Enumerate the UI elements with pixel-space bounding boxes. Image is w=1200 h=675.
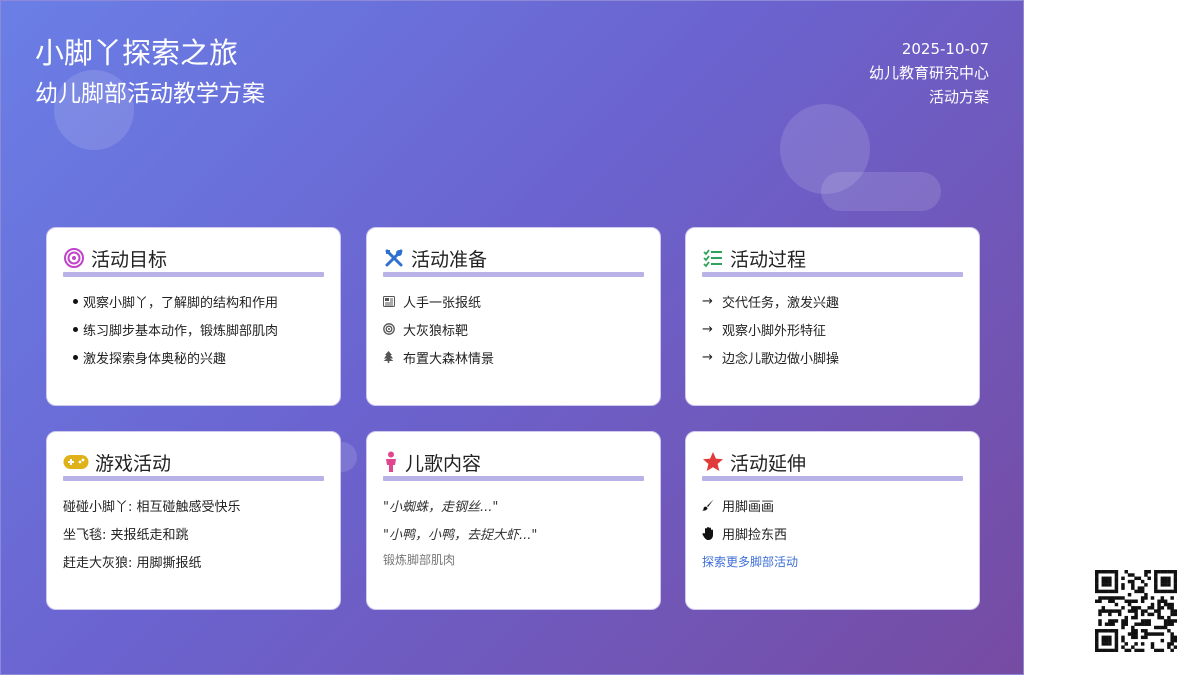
card-prep: 活动准备 人手一张报纸 大灰狼标靶 布置大森林情景 bbox=[366, 227, 661, 406]
card-divider bbox=[63, 476, 324, 481]
list-item: 坐飞毯: 夹报纸走和跳 bbox=[63, 527, 189, 543]
list-item: 大灰狼标靶 bbox=[383, 315, 644, 343]
card-process: 活动过程 → 交代任务，激发兴趣 → 观察小脚外形特征 → 边念儿歌边做小脚操 bbox=[685, 227, 980, 406]
list-item: 用脚画画 bbox=[702, 491, 963, 519]
list-item: 布置大森林情景 bbox=[383, 343, 644, 371]
page-subtitle: 幼儿脚部活动教学方案 bbox=[35, 81, 265, 107]
list-item: 赶走大灰狼: 用脚撕报纸 bbox=[63, 555, 202, 571]
list-item: 练习脚步基本动作，锻炼脚部肌肉 bbox=[63, 315, 324, 343]
tree-icon bbox=[383, 351, 403, 363]
list-item: 激发探索身体奥秘的兴趣 bbox=[63, 343, 324, 371]
newspaper-icon bbox=[383, 295, 403, 307]
date-label: 2025-10-07 bbox=[901, 40, 989, 58]
page-title: 小脚丫探索之旅 bbox=[35, 36, 239, 70]
gamepad-icon bbox=[63, 451, 89, 473]
card-title: 儿歌内容 bbox=[405, 452, 482, 475]
card-extend: 活动延伸 用脚画画 用脚捡东西 探索更多脚部活动 bbox=[685, 431, 980, 610]
card-divider bbox=[702, 272, 963, 277]
hand-icon bbox=[702, 526, 722, 540]
org-label: 幼儿教育研究中心 bbox=[868, 64, 989, 82]
card-divider bbox=[63, 272, 324, 277]
card-games: 游戏活动 碰碰小脚丫: 相互碰触感受快乐 坐飞毯: 夹报纸走和跳 赶走大灰狼: … bbox=[46, 431, 341, 610]
slide-canvas: 小脚丫探索之旅 幼儿脚部活动教学方案 2025-10-07 幼儿教育研究中心 活… bbox=[0, 0, 1024, 675]
list-item: 人手一张报纸 bbox=[383, 287, 644, 315]
card-title: 游戏活动 bbox=[95, 452, 172, 475]
list-item: 观察小脚丫，了解脚的结构和作用 bbox=[63, 287, 324, 315]
list-item: 用脚捡东西 bbox=[702, 519, 963, 547]
card-songs: 儿歌内容 "小蜘蛛，走钢丝..." "小鸭，小鸭，去捉大虾..." 锻炼脚部肌肉 bbox=[366, 431, 661, 610]
song-note: 锻炼脚部肌肉 bbox=[383, 552, 456, 567]
qr-code-icon bbox=[1095, 570, 1177, 652]
tools-icon bbox=[383, 247, 405, 269]
card-divider bbox=[383, 476, 644, 481]
card-goals: 活动目标 观察小脚丫，了解脚的结构和作用 练习脚步基本动作，锻炼脚部肌肉 激发探… bbox=[46, 227, 341, 406]
explore-more-link[interactable]: 探索更多脚部活动 bbox=[702, 547, 963, 575]
paintbrush-icon bbox=[702, 499, 722, 511]
card-title: 活动准备 bbox=[411, 248, 488, 271]
doc-type-label: 活动方案 bbox=[928, 88, 989, 106]
lyric-line: "小蜘蛛，走钢丝..." bbox=[383, 499, 499, 515]
bullseye-icon bbox=[383, 323, 403, 335]
child-icon bbox=[383, 451, 399, 473]
checklist-icon bbox=[702, 247, 724, 269]
card-title: 活动目标 bbox=[91, 248, 168, 271]
lyric-line: "小鸭，小鸭，去捉大虾..." bbox=[383, 527, 538, 543]
target-icon bbox=[63, 247, 85, 269]
decor-pill bbox=[821, 172, 941, 211]
header-meta: 2025-10-07 幼儿教育研究中心 活动方案 bbox=[869, 37, 989, 109]
list-item: → 观察小脚外形特征 bbox=[702, 321, 827, 339]
star-icon bbox=[702, 451, 724, 473]
card-divider bbox=[702, 476, 963, 481]
arrow-right-icon: → bbox=[702, 321, 713, 337]
list-item: → 边念儿歌边做小脚操 bbox=[702, 349, 840, 367]
card-title: 活动过程 bbox=[730, 248, 807, 271]
card-divider bbox=[383, 272, 644, 277]
list-item: → 交代任务，激发兴趣 bbox=[702, 293, 840, 311]
arrow-right-icon: → bbox=[702, 349, 713, 365]
card-title: 活动延伸 bbox=[730, 452, 807, 475]
list-item: 碰碰小脚丫: 相互碰触感受快乐 bbox=[63, 499, 241, 515]
arrow-right-icon: → bbox=[702, 293, 713, 309]
